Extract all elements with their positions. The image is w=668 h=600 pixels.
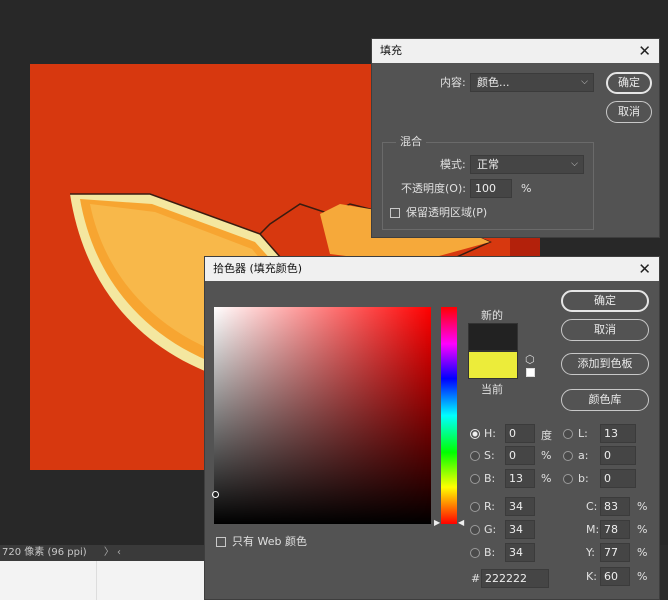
red-input[interactable]: 34	[505, 497, 535, 516]
chevron-down-icon: ⌵	[581, 77, 588, 87]
content-label: 内容:	[440, 76, 466, 89]
content-select[interactable]: 颜色... ⌵	[470, 73, 594, 92]
hue-slider-right-arrow[interactable]: ◀	[458, 518, 464, 527]
saturation-input[interactable]: 0	[505, 446, 535, 465]
opacity-input[interactable]: 100	[470, 179, 512, 198]
radio-red[interactable]	[470, 502, 480, 512]
radio-brightness[interactable]	[470, 474, 480, 484]
ok-button[interactable]: 确定	[606, 72, 652, 94]
color-libraries-button[interactable]: 颜色库	[561, 389, 649, 411]
hex-input[interactable]: 222222	[481, 569, 549, 588]
opacity-label: 不透明度(O):	[401, 182, 466, 195]
blend-legend: 混合	[396, 135, 426, 149]
lightness-label: L:	[578, 427, 588, 440]
magenta-unit: %	[637, 523, 648, 536]
mode-label: 模式:	[440, 158, 466, 171]
mode-select[interactable]: 正常 ⌵	[470, 155, 584, 174]
fill-dialog-titlebar[interactable]: 填充 ✕	[372, 39, 659, 63]
add-to-swatches-button[interactable]: 添加到色板	[561, 353, 649, 375]
radio-b-lab[interactable]	[563, 474, 573, 484]
mode-select-value: 正常	[477, 158, 499, 171]
picker-cancel-button[interactable]: 取消	[561, 319, 649, 341]
new-color-swatch	[468, 323, 518, 351]
yellow-unit: %	[637, 546, 648, 559]
hue-label: H:	[484, 427, 496, 440]
radio-hue[interactable]	[470, 429, 480, 439]
a-label: a:	[578, 449, 589, 462]
b-lab-label: b:	[578, 472, 589, 485]
hue-slider-left-arrow[interactable]: ▶	[434, 518, 440, 527]
cancel-button[interactable]: 取消	[606, 101, 652, 123]
black-input[interactable]: 60	[600, 567, 630, 586]
content-select-value: 颜色...	[477, 76, 510, 89]
brightness-label: B:	[484, 472, 496, 485]
blue-input[interactable]: 34	[505, 543, 535, 562]
radio-lightness[interactable]	[563, 429, 573, 439]
web-colors-only-label: 只有 Web 颜色	[232, 535, 307, 548]
lightness-input[interactable]: 13	[600, 424, 636, 443]
brightness-unit: %	[541, 472, 552, 485]
status-bar: 720 像素 (96 ppi) 〉 ‹	[0, 545, 210, 561]
saturation-unit: %	[541, 449, 552, 462]
green-input[interactable]: 34	[505, 520, 535, 539]
cube-warning-icon[interactable]: ⬡	[525, 353, 535, 366]
web-colors-only-checkbox[interactable]	[216, 537, 226, 547]
cyan-unit: %	[637, 500, 648, 513]
bottom-panel	[0, 561, 210, 600]
color-field-cursor[interactable]	[212, 491, 219, 498]
radio-saturation[interactable]	[470, 451, 480, 461]
picker-ok-button[interactable]: 确定	[561, 290, 649, 312]
current-color-swatch[interactable]	[468, 351, 518, 379]
fill-dialog: 填充 ✕ 内容: 颜色... ⌵ 确定 取消 混合 模式: 正常 ⌵ 不透明度(…	[371, 38, 660, 238]
status-nav[interactable]: 〉 ‹	[104, 547, 121, 558]
chevron-down-icon: ⌵	[571, 159, 578, 169]
color-picker-dialog: 拾色器 (填充颜色) ✕ ▶ ◀ 新的 当前 ⬡ 确定 取消 添加到色板 颜色库…	[204, 256, 660, 600]
hue-slider[interactable]	[441, 307, 457, 524]
cyan-label: C:	[586, 500, 598, 513]
yellow-label: Y:	[586, 546, 595, 559]
current-color-label: 当前	[481, 383, 503, 396]
a-input[interactable]: 0	[600, 446, 636, 465]
hue-input[interactable]: 0	[505, 424, 535, 443]
radio-a[interactable]	[563, 451, 573, 461]
magenta-input[interactable]: 78	[600, 520, 630, 539]
opacity-unit: %	[521, 182, 532, 195]
magenta-label: M:	[586, 523, 600, 536]
new-color-label: 新的	[481, 309, 503, 322]
brightness-input[interactable]: 13	[505, 469, 535, 488]
fill-dialog-title: 填充	[380, 44, 402, 57]
blue-label: B:	[484, 546, 496, 559]
panel-divider	[96, 561, 97, 600]
red-label: R:	[484, 500, 496, 513]
radio-green[interactable]	[470, 525, 480, 535]
color-picker-titlebar[interactable]: 拾色器 (填充颜色) ✕	[205, 257, 659, 281]
black-unit: %	[637, 570, 648, 583]
yellow-input[interactable]: 77	[600, 543, 630, 562]
saturation-brightness-field[interactable]	[214, 307, 431, 524]
hex-hash: #	[471, 572, 481, 585]
document-info: 720 像素 (96 ppi)	[2, 547, 87, 558]
preserve-transparency-label: 保留透明区域(P)	[406, 206, 488, 219]
b-lab-input[interactable]: 0	[600, 469, 636, 488]
color-picker-title: 拾色器 (填充颜色)	[213, 262, 303, 275]
close-icon[interactable]: ✕	[638, 39, 651, 63]
close-icon[interactable]: ✕	[638, 257, 651, 281]
websafe-square-icon[interactable]	[526, 368, 535, 377]
black-label: K:	[586, 570, 597, 583]
saturation-label: S:	[484, 449, 495, 462]
cyan-input[interactable]: 83	[600, 497, 630, 516]
radio-blue[interactable]	[470, 548, 480, 558]
preserve-transparency-checkbox[interactable]	[390, 208, 400, 218]
hue-unit: 度	[541, 429, 552, 442]
green-label: G:	[484, 523, 497, 536]
